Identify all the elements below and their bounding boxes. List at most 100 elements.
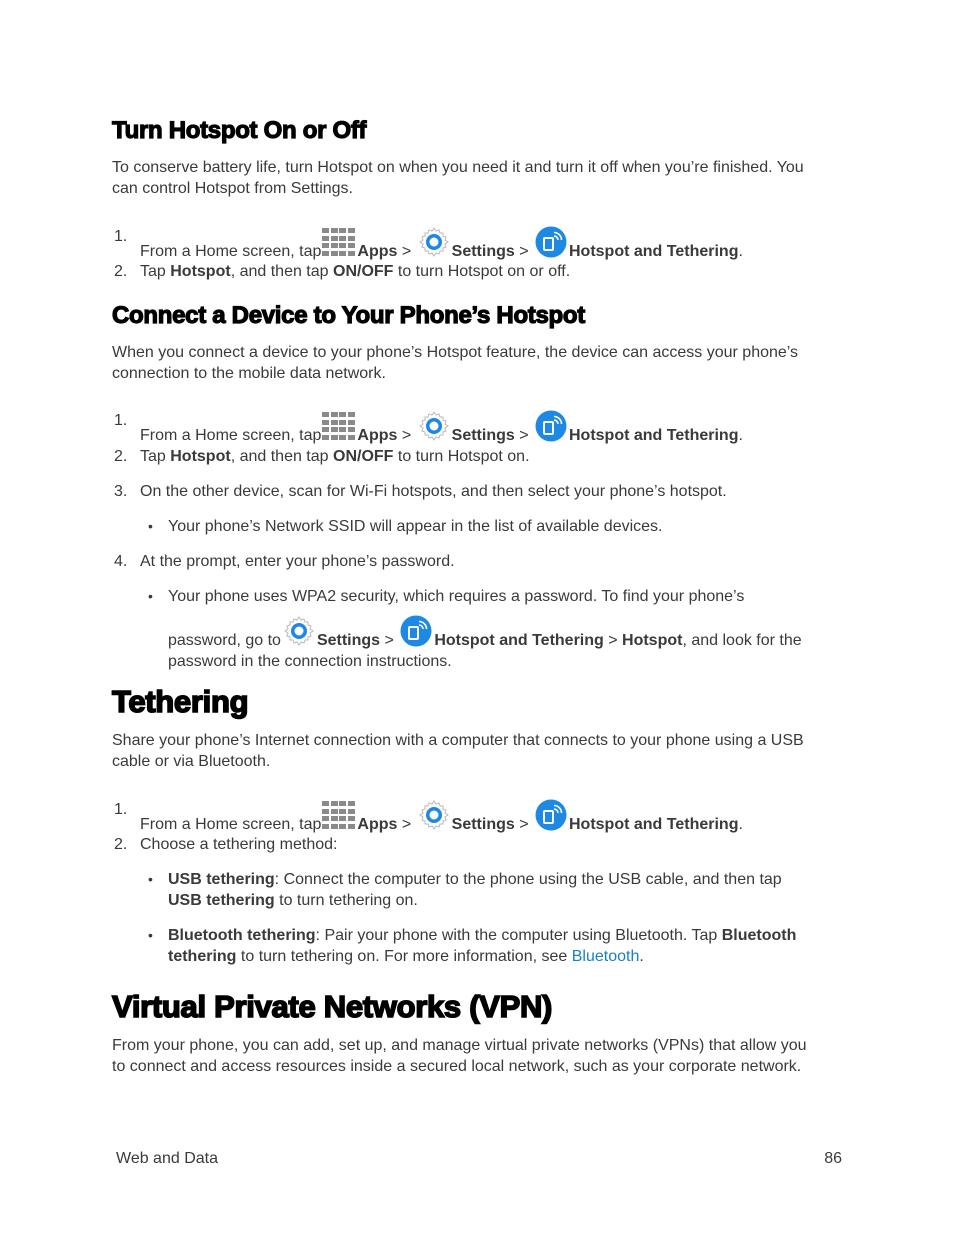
separator: > bbox=[514, 816, 533, 833]
bullet-text: USB tethering: Connect the computer to t… bbox=[168, 869, 832, 911]
bullet-text: Your phone uses WPA2 security, which req… bbox=[168, 586, 832, 672]
text-line: cable or via Bluetooth. bbox=[112, 753, 271, 770]
text-line: From your phone, you can add, set up, an… bbox=[112, 1037, 807, 1054]
text-line: connection to the mobile data network. bbox=[112, 365, 386, 382]
text: , and look for the bbox=[682, 632, 802, 649]
text: . bbox=[738, 427, 743, 444]
settings-label: Settings bbox=[316, 632, 381, 649]
bullet-dot: • bbox=[148, 588, 153, 604]
footer-section-name: Web and Data bbox=[116, 1150, 218, 1167]
text-line: Your phone uses WPA2 security, which req… bbox=[168, 588, 745, 605]
step-text: From a Home screen, tap Apps > Settings >… bbox=[140, 799, 830, 835]
bold-text: ON/OFF bbox=[333, 448, 394, 465]
text: . bbox=[738, 243, 743, 260]
text: password, go to bbox=[168, 632, 281, 649]
paragraph-turn-hotspot: To conserve battery life, turn Hotspot o… bbox=[112, 157, 832, 199]
text: From a Home screen, tap bbox=[140, 243, 322, 260]
separator: > bbox=[514, 427, 533, 444]
settings-gear-icon bbox=[418, 410, 450, 442]
text: . bbox=[639, 948, 644, 965]
step-number: 4. bbox=[114, 553, 128, 570]
step-text: Tap Hotspot, and then tap ON/OFF to turn… bbox=[140, 261, 830, 282]
bold-text: Bluetooth bbox=[721, 927, 797, 944]
hotspot-label: Hotspot and Tethering bbox=[434, 632, 604, 649]
bold-text: Hotspot bbox=[170, 448, 231, 465]
apps-grid-icon bbox=[322, 412, 356, 442]
bold-text: Bluetooth tethering bbox=[168, 927, 316, 944]
hotspot-icon bbox=[400, 615, 432, 647]
text: : Pair your phone with the computer usin… bbox=[315, 927, 722, 944]
heading-turn-hotspot: Turn Hotspot On or Off bbox=[111, 116, 367, 144]
separator: > bbox=[397, 816, 416, 833]
hotspot-icon bbox=[535, 410, 567, 442]
bullet-dot: • bbox=[148, 871, 153, 887]
bold-text: tethering bbox=[168, 948, 237, 965]
paragraph-connect-device: When you connect a device to your phone’… bbox=[112, 342, 832, 384]
bullet-text: Bluetooth tethering: Pair your phone wit… bbox=[168, 925, 832, 967]
step-number: 1. bbox=[114, 801, 128, 818]
separator: > bbox=[603, 632, 623, 649]
text: , and then tap bbox=[230, 263, 333, 280]
settings-label: Settings bbox=[451, 427, 515, 444]
hotspot-label: Hotspot and Tethering bbox=[569, 243, 739, 260]
step-number: 2. bbox=[114, 448, 128, 465]
text-line: can control Hotspot from Settings. bbox=[112, 180, 353, 197]
settings-label: Settings bbox=[451, 816, 515, 833]
apps-grid-icon bbox=[322, 801, 356, 831]
bold-text: Hotspot bbox=[170, 263, 231, 280]
text: : Connect the computer to the phone usin… bbox=[274, 871, 782, 888]
heading-connect-device: Connect a Device to Your Phone’s Hotspot bbox=[111, 301, 585, 329]
step-number: 3. bbox=[114, 483, 128, 500]
text: Tap bbox=[140, 263, 171, 280]
text-line: To conserve battery life, turn Hotspot o… bbox=[112, 159, 804, 176]
bullet-text: Your phone’s Network SSID will appear in… bbox=[168, 518, 663, 535]
step-number: 1. bbox=[114, 412, 128, 429]
step-text: On the other device, scan for Wi-Fi hots… bbox=[140, 483, 727, 500]
bullet-dot: • bbox=[148, 518, 153, 534]
text: Tap bbox=[140, 448, 171, 465]
bold-text: USB tethering bbox=[168, 871, 275, 888]
heading-tethering: Tethering bbox=[111, 683, 249, 720]
bold-text: Hotspot bbox=[622, 632, 683, 649]
bluetooth-link[interactable]: Bluetooth bbox=[572, 948, 640, 965]
separator: > bbox=[397, 243, 416, 260]
text-line: Share your phone’s Internet connection w… bbox=[112, 732, 804, 749]
apps-label: Apps bbox=[357, 816, 398, 833]
bullet-dot: • bbox=[148, 927, 153, 943]
settings-label: Settings bbox=[451, 243, 515, 260]
separator: > bbox=[397, 427, 416, 444]
hotspot-icon bbox=[535, 799, 567, 831]
footer-page-number: 86 bbox=[824, 1150, 842, 1167]
text-line: password, go to Settings > Hotspot and Te… bbox=[168, 615, 802, 651]
settings-gear-icon bbox=[283, 615, 315, 647]
settings-gear-icon bbox=[418, 226, 450, 258]
paragraph-tethering: Share your phone’s Internet connection w… bbox=[112, 730, 832, 772]
hotspot-label: Hotspot and Tethering bbox=[569, 816, 739, 833]
hotspot-label: Hotspot and Tethering bbox=[569, 427, 739, 444]
heading-vpn: Virtual Private Networks (VPN) bbox=[111, 988, 553, 1025]
separator: > bbox=[514, 243, 533, 260]
text: From a Home screen, tap bbox=[140, 816, 322, 833]
bold-text: USB tethering bbox=[168, 892, 275, 909]
step-number: 1. bbox=[114, 228, 128, 245]
step-number: 2. bbox=[114, 836, 128, 853]
apps-label: Apps bbox=[357, 427, 398, 444]
text: , and then tap bbox=[230, 448, 333, 465]
text: to turn Hotspot on. bbox=[393, 448, 530, 465]
text-line: password in the connection instructions. bbox=[168, 653, 452, 670]
text-line: to connect and access resources inside a… bbox=[112, 1058, 802, 1075]
step-text: From a Home screen, tap Apps > Settings >… bbox=[140, 410, 830, 446]
text: to turn Hotspot on or off. bbox=[393, 263, 571, 280]
step-text: From a Home screen, tap Apps > Settings >… bbox=[140, 226, 830, 262]
apps-label: Apps bbox=[357, 243, 398, 260]
step-number: 2. bbox=[114, 263, 128, 280]
apps-grid-icon bbox=[322, 228, 356, 258]
text: From a Home screen, tap bbox=[140, 427, 322, 444]
text-line: When you connect a device to your phone’… bbox=[112, 344, 799, 361]
step-text: Tap Hotspot, and then tap ON/OFF to turn… bbox=[140, 446, 830, 467]
text: to turn tethering on. For more informati… bbox=[236, 948, 572, 965]
text: . bbox=[738, 816, 743, 833]
text: to turn tethering on. bbox=[274, 892, 418, 909]
step-text: At the prompt, enter your phone’s passwo… bbox=[140, 553, 455, 570]
settings-gear-icon bbox=[418, 799, 450, 831]
